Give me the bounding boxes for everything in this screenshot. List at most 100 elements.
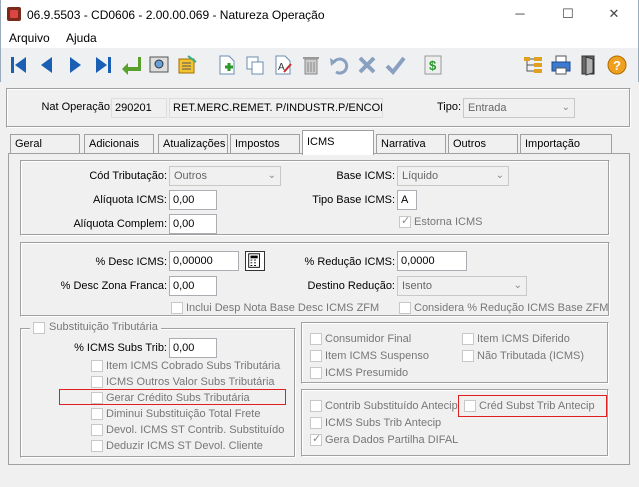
edit-icon[interactable]: A (271, 52, 295, 78)
gerar-credito-highlight (59, 389, 286, 405)
print-icon[interactable] (549, 52, 573, 78)
calculator-icon[interactable] (245, 251, 265, 271)
considera-reducao-checkbox[interactable] (399, 302, 411, 314)
tipo-label: Tipo: (437, 101, 462, 113)
contrib-substituido-label: Contrib Substituído Antecip (325, 400, 458, 412)
last-record-icon[interactable] (91, 52, 115, 78)
close-button[interactable]: ✕ (599, 4, 629, 24)
cod-tributacao-label: Cód Tributação: (89, 170, 167, 182)
item-icms-suspenso-checkbox[interactable] (310, 350, 322, 362)
minimize-button[interactable]: ─ (505, 4, 535, 24)
copy-icon[interactable] (243, 52, 267, 78)
nao-tributada-checkbox[interactable] (462, 350, 474, 362)
menu-bar: Arquivo Ajuda (0, 30, 639, 48)
nat-operacao-label: Nat Operação: (41, 101, 113, 113)
delete-icon[interactable] (299, 52, 323, 78)
substituicao-title: Substituição Tributária (49, 321, 158, 333)
aliquota-icms-input[interactable]: 0,00 (169, 190, 217, 210)
help-icon[interactable]: ? (605, 52, 629, 78)
tipo-select[interactable]: Entrada ⌄ (463, 98, 575, 118)
icms-presumido-label: ICMS Presumido (325, 367, 409, 379)
icms-subs-antecip-checkbox[interactable] (310, 417, 322, 429)
nat-operacao-desc[interactable]: RET.MERC.REMET. P/INDUSTR.P/ENCOMEN (169, 98, 383, 118)
cancel-icon[interactable] (355, 52, 379, 78)
maximize-button[interactable]: ☐ (553, 4, 583, 24)
diminui-substituicao-checkbox[interactable] (91, 408, 103, 420)
gera-dados-difal-checkbox[interactable] (310, 432, 322, 446)
deduzir-icms-st-label: Deduzir ICMS ST Devol. Cliente (106, 440, 263, 452)
confirm-icon[interactable] (383, 52, 407, 78)
nat-operacao-code[interactable]: 290201 (111, 98, 167, 118)
search-icon[interactable] (147, 52, 171, 78)
estorna-icms-checkbox[interactable] (399, 214, 411, 228)
desc-zona-franca-input[interactable]: 0,00 (169, 276, 217, 296)
desc-zona-franca-label: % Desc Zona Franca: (60, 280, 167, 292)
estorna-icms-label: Estorna ICMS (414, 216, 483, 228)
title-bar: 06.9.5503 - CD0606 - 2.00.00.069 - Natur… (0, 0, 639, 30)
app-icon (7, 7, 21, 21)
item-icms-suspenso-label: Item ICMS Suspenso (325, 350, 429, 362)
tipo-base-icms-input[interactable]: A (397, 190, 417, 210)
substituicao-checkbox[interactable] (33, 322, 45, 334)
svg-text:$: $ (429, 58, 437, 73)
contrib-substituido-checkbox[interactable] (310, 400, 322, 412)
new-record-icon[interactable] (215, 52, 239, 78)
item-icms-diferido-checkbox[interactable] (462, 333, 474, 345)
tree-icon[interactable] (521, 52, 545, 78)
icms-subs-antecip-label: ICMS Subs Trib Antecip (325, 417, 442, 429)
tab-geral[interactable]: Geral (10, 134, 80, 153)
next-record-icon[interactable] (63, 52, 87, 78)
window-title: 06.9.5503 - CD0606 - 2.00.00.069 - Natur… (27, 8, 325, 22)
svg-text:?: ? (613, 58, 621, 73)
toolbar: A $ ? (0, 48, 639, 82)
substituicao-legend: Substituição Tributária (30, 321, 161, 335)
considera-reducao-label: Considera % Redução ICMS Base ZFM (414, 302, 609, 314)
desconto-group: % Desc ICMS: 0,00000 % Desc Zona Franca:… (20, 242, 610, 317)
menu-arquivo[interactable]: Arquivo (9, 31, 50, 45)
destino-reducao-label: Destino Redução: (307, 280, 395, 292)
icms-outros-valor-checkbox[interactable] (91, 376, 103, 388)
tab-atualizacoes[interactable]: Atualizações (158, 134, 228, 153)
icms-outros-valor-label: ICMS Outros Valor Subs Tributária (106, 376, 275, 388)
reducao-icms-input[interactable]: 0,0000 (397, 251, 467, 271)
desc-icms-input[interactable]: 0,00000 (169, 251, 239, 271)
menu-ajuda[interactable]: Ajuda (66, 31, 97, 45)
previous-record-icon[interactable] (35, 52, 59, 78)
tab-impostos[interactable]: Impostos (230, 134, 300, 153)
exit-icon[interactable] (577, 52, 601, 78)
destino-reducao-select[interactable]: Isento ⌄ (397, 276, 527, 296)
devol-icms-st-checkbox[interactable] (91, 424, 103, 436)
icms-presumido-checkbox[interactable] (310, 367, 322, 379)
consumidor-final-checkbox[interactable] (310, 333, 322, 345)
undo-icon[interactable] (327, 52, 351, 78)
gera-dados-difal-label: Gera Dados Partilha DIFAL (325, 434, 459, 446)
first-record-icon[interactable] (7, 52, 31, 78)
inclui-desp-label: Inclui Desp Nota Base Desc ICMS ZFM (186, 302, 380, 314)
cod-tributacao-select[interactable]: Outros ⌄ (169, 166, 281, 186)
devol-icms-st-label: Devol. ICMS ST Contrib. Substituído (106, 424, 285, 436)
aliquota-icms-label: Alíquota ICMS: (93, 194, 167, 206)
deduzir-icms-st-checkbox[interactable] (91, 440, 103, 452)
report-icon[interactable] (175, 52, 199, 78)
currency-icon[interactable]: $ (421, 52, 445, 78)
consumidor-final-label: Consumidor Final (325, 333, 412, 345)
tributacao-group: Cód Tributação: Outros ⌄ Alíquota ICMS: 0… (20, 160, 610, 236)
tab-adicionais[interactable]: Adicionais (84, 134, 154, 153)
tab-outros[interactable]: Outros (448, 134, 518, 153)
tab-icms[interactable]: ICMS (302, 130, 374, 155)
base-icms-select[interactable]: Líquido ⌄ (397, 166, 509, 186)
diminui-substituicao-label: Diminui Substituição Total Frete (106, 408, 261, 420)
base-icms-label: Base ICMS: (336, 170, 395, 182)
tab-narrativa[interactable]: Narrativa (376, 134, 446, 153)
return-icon[interactable] (119, 52, 143, 78)
item-icms-cobrado-checkbox[interactable] (91, 360, 103, 372)
tab-importacao[interactable]: Importação (520, 134, 612, 153)
item-icms-diferido-label: Item ICMS Diferido (477, 333, 570, 345)
reducao-icms-label: % Redução ICMS: (304, 256, 395, 268)
icms-subs-trib-input[interactable]: 0,00 (169, 338, 217, 358)
aliquota-complem-input[interactable]: 0,00 (169, 214, 217, 234)
item-icms-cobrado-label: Item ICMS Cobrado Subs Tributária (106, 360, 281, 372)
desc-icms-label: % Desc ICMS: (95, 256, 167, 268)
tipo-base-icms-label: Tipo Base ICMS: (312, 194, 395, 206)
inclui-desp-checkbox[interactable] (171, 302, 183, 314)
